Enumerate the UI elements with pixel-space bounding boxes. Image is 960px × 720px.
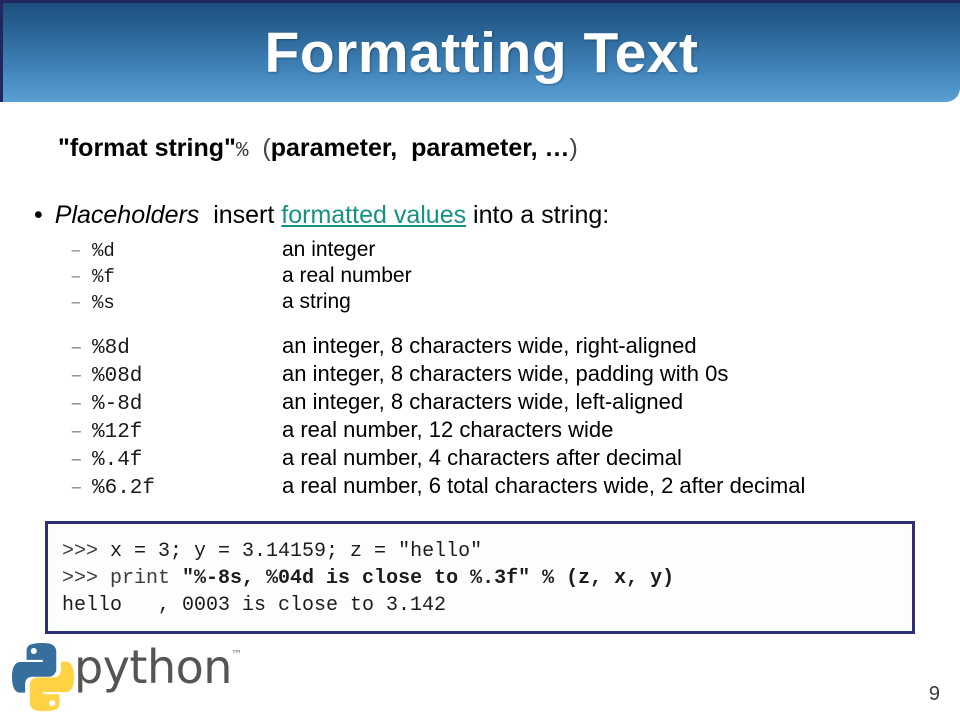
syntax-ellipsis: … [544, 134, 570, 162]
sub-dash-icon: – [70, 292, 82, 314]
placeholder-list-basic: – %d an integer – %f a real number – %s … [70, 238, 412, 316]
placeholder-code: %s [92, 292, 115, 314]
placeholder-description: a real number, 12 characters wide [282, 417, 614, 442]
python-wordmark: python [74, 640, 232, 694]
placeholder-description: a real number [282, 264, 412, 287]
list-item: – %-8d an integer, 8 characters wide, le… [70, 389, 805, 417]
placeholder-description: a real number, 6 total characters wide, … [282, 473, 806, 498]
sub-dash-icon: – [70, 421, 83, 444]
placeholder-code: %6.2f [92, 477, 156, 500]
syntax-parameter-2: parameter, [411, 134, 538, 162]
bullet-text-after-link: into a string: [466, 201, 610, 229]
placeholder-description: an integer, 8 characters wide, right-ali… [282, 333, 697, 358]
python-console-example: >>> x = 3; y = 3.14159; z = "hello" >>> … [45, 521, 915, 634]
console-print-keyword: print [110, 567, 183, 590]
bullet-dot-icon: • [34, 201, 43, 229]
list-item: – %8d an integer, 8 characters wide, rig… [70, 333, 805, 361]
syntax-close-paren: ) [569, 134, 578, 162]
syntax-percent-operator: % [235, 140, 249, 163]
bullet-emphasis-text: Placeholders [54, 201, 200, 229]
list-item: – %6.2f a real number, 6 total character… [70, 473, 805, 501]
console-prompt: >>> [62, 540, 111, 563]
page-number: 9 [928, 683, 940, 705]
console-line-1: >>> x = 3; y = 3.14159; z = "hello" [62, 538, 912, 565]
list-item: – %s a string [70, 290, 412, 316]
formatted-values-link[interactable]: formatted values [281, 201, 466, 229]
list-item: – %f a real number [70, 264, 412, 290]
console-prompt: >>> [62, 567, 111, 590]
bullet-text-before-link: insert [199, 201, 282, 229]
placeholder-description: a string [282, 290, 351, 313]
placeholders-bullet: • Placeholders insert formatted values in… [34, 200, 609, 230]
syntax-format-string: "format string" [58, 134, 236, 162]
sub-dash-icon: – [70, 266, 82, 288]
list-item: – %08d an integer, 8 characters wide, pa… [70, 361, 805, 389]
sub-dash-icon: – [70, 449, 83, 472]
placeholder-description: an integer, 8 characters wide, left-alig… [282, 389, 684, 414]
console-line-2: >>> print "%-8s, %04d is close to %.3f" … [62, 565, 912, 592]
sub-dash-icon: – [70, 337, 83, 360]
placeholder-list-widths: – %8d an integer, 8 characters wide, rig… [70, 333, 805, 501]
list-item: – %12f a real number, 12 characters wide [70, 417, 805, 445]
placeholder-code: %d [92, 240, 115, 262]
placeholder-code: %8d [92, 337, 130, 360]
trademark-icon: ™ [231, 648, 242, 661]
list-item: – %d an integer [70, 238, 412, 264]
placeholder-code: %08d [92, 365, 143, 388]
placeholder-description: an integer [282, 238, 376, 261]
sub-dash-icon: – [70, 240, 82, 262]
placeholder-description: an integer, 8 characters wide, padding w… [282, 361, 729, 386]
placeholder-code: %12f [92, 421, 143, 444]
syntax-open-paren: ( [262, 134, 271, 162]
sub-dash-icon: – [70, 477, 83, 500]
placeholder-code: %.4f [92, 449, 143, 472]
slide-title-banner: Formatting Text [0, 0, 960, 102]
placeholder-code: %f [92, 266, 115, 288]
sub-dash-icon: – [70, 393, 83, 416]
console-line-3-output: hello , 0003 is close to 3.142 [62, 594, 447, 617]
console-line-1-code: x = 3; y = 3.14159; z = "hello" [110, 540, 483, 563]
placeholder-description: a real number, 4 characters after decima… [282, 445, 682, 470]
list-item: – %.4f a real number, 4 characters after… [70, 445, 805, 473]
format-syntax-line: "format string"% (parameter, parameter, … [58, 133, 578, 165]
sub-dash-icon: – [70, 365, 83, 388]
page-title: Formatting Text [264, 21, 699, 85]
syntax-parameter-1: parameter, [270, 134, 398, 162]
placeholder-code: %-8d [92, 393, 143, 416]
console-line-2-format-expression: "%-8s, %04d is close to %.3f" % (z, x, y… [182, 567, 675, 590]
